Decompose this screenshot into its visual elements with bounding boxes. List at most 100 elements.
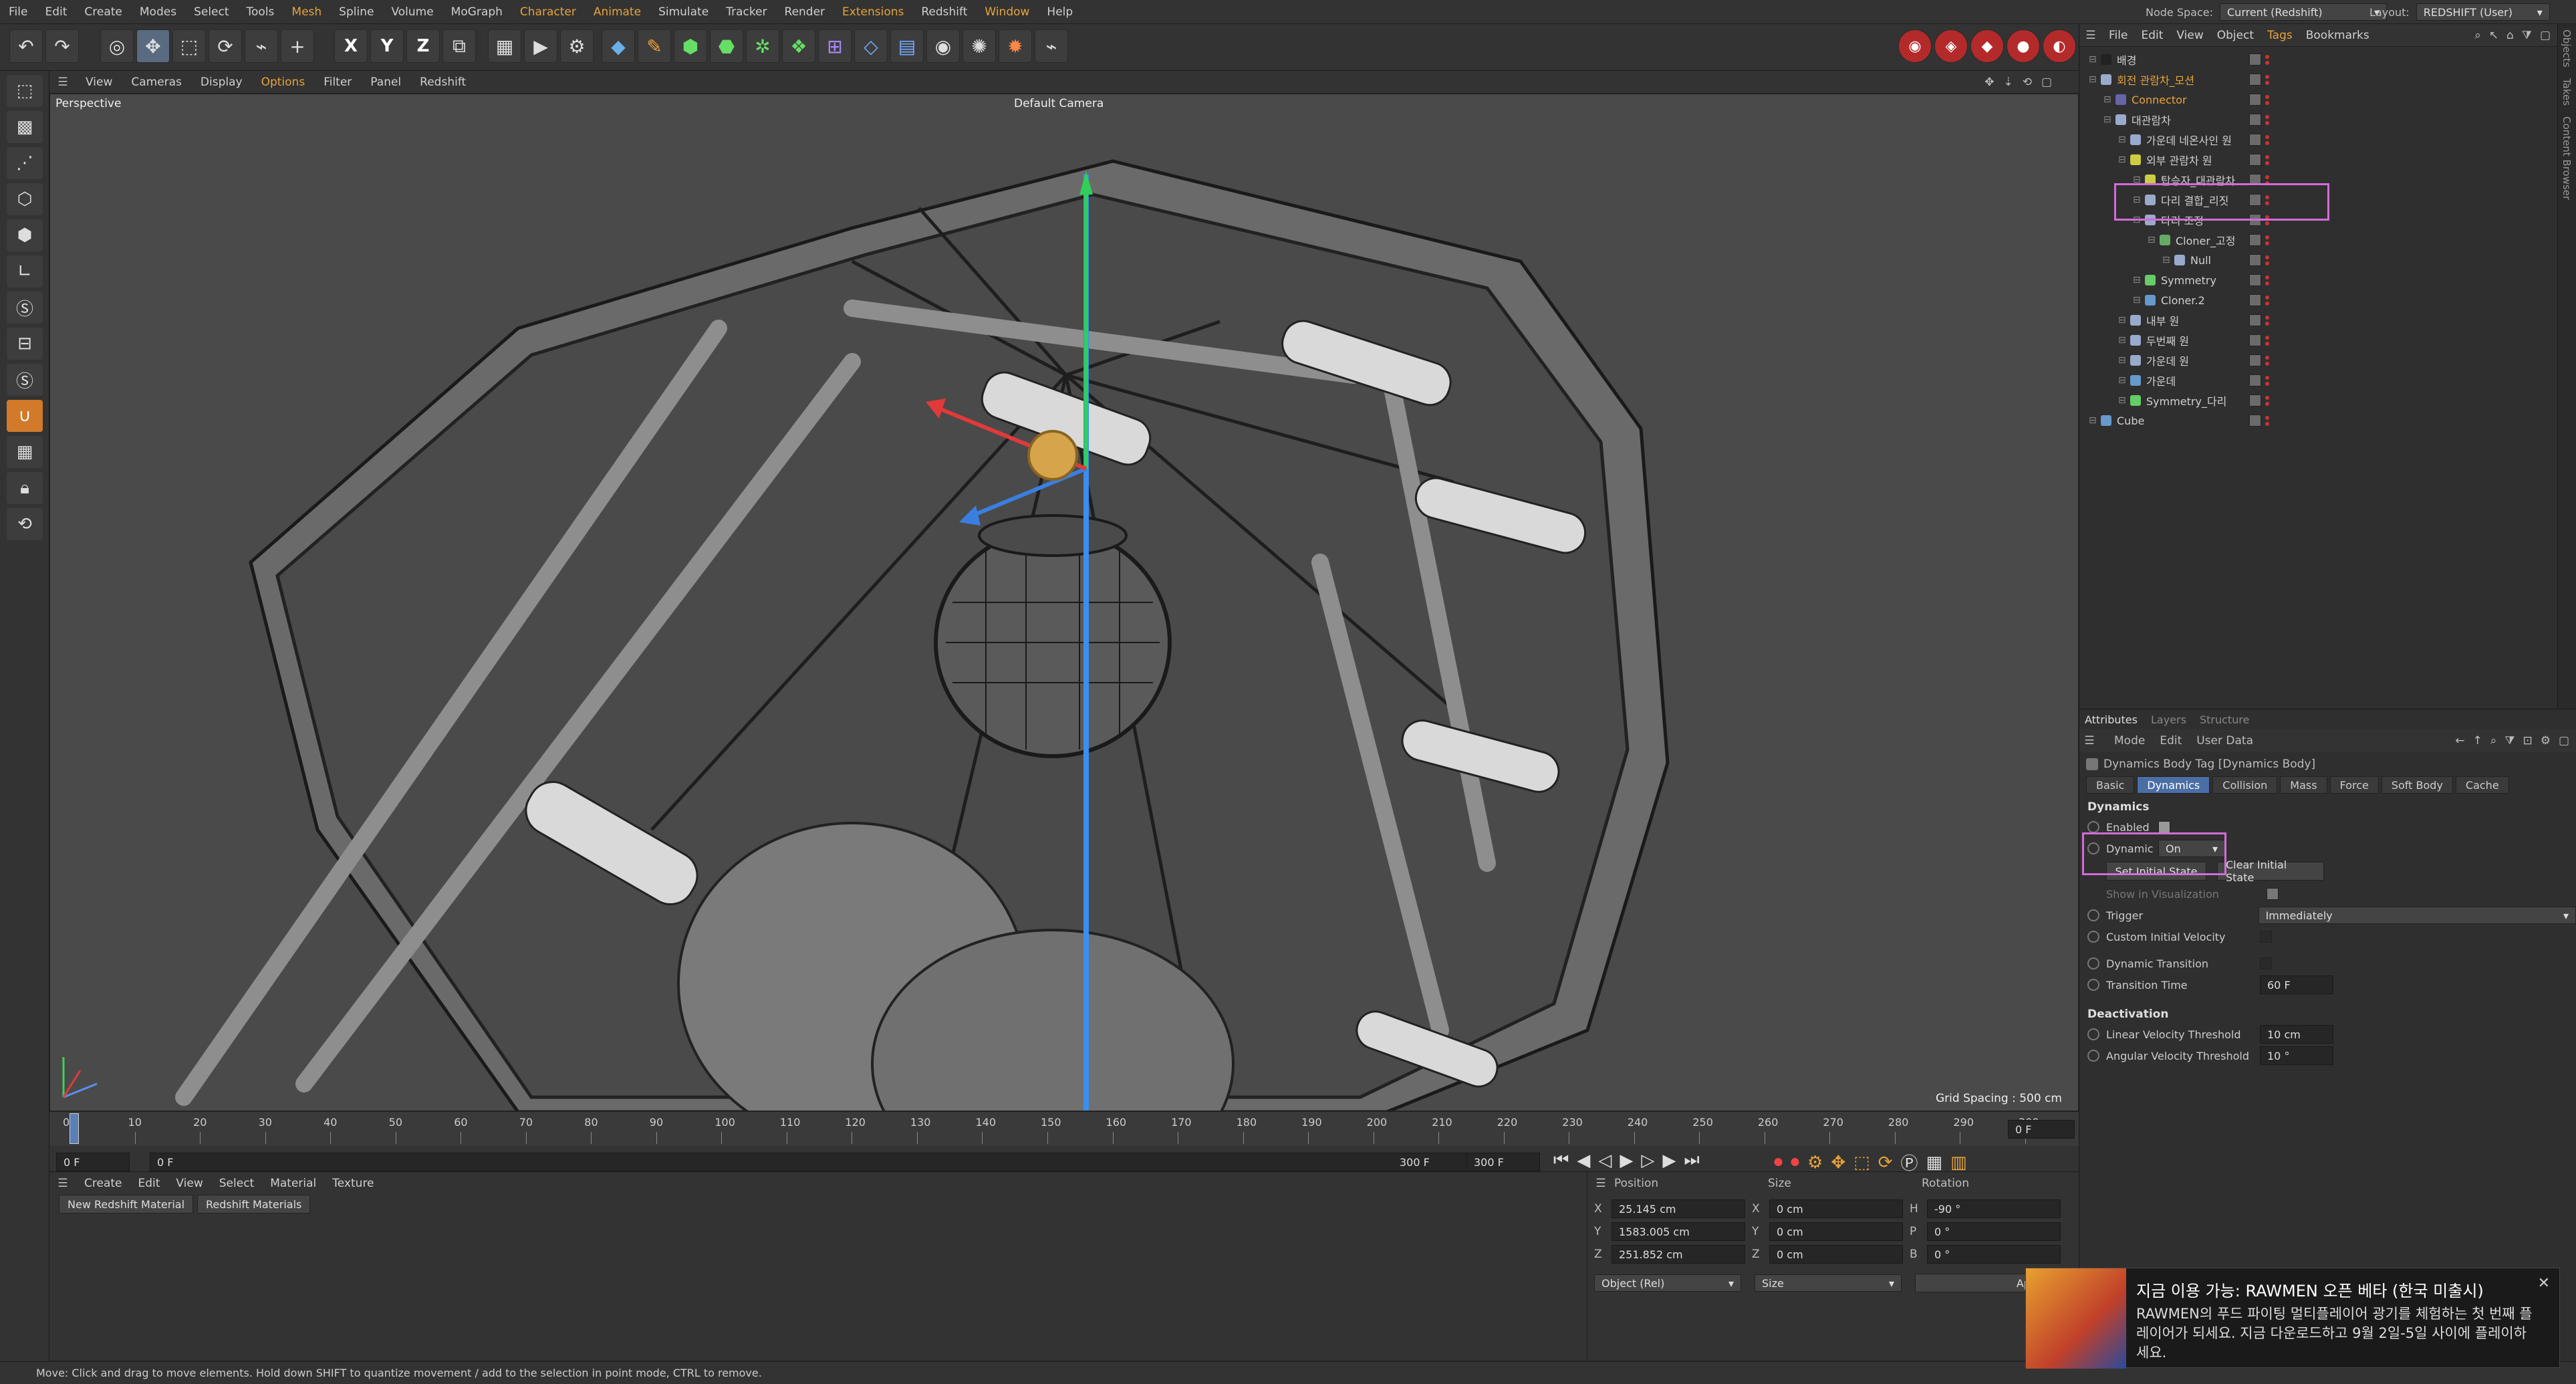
current-frame-field[interactable]: 0 F xyxy=(2008,1120,2075,1139)
object-enable-checkbox[interactable] xyxy=(2249,74,2261,86)
viewport-menu-redshift[interactable]: Redshift xyxy=(410,71,475,94)
object-row[interactable]: ⊟ Null xyxy=(2079,250,2557,270)
playhead[interactable] xyxy=(70,1113,79,1144)
size-mode-dropdown[interactable]: Size ▾ xyxy=(1755,1274,1902,1292)
filter-icon[interactable]: ⧩ xyxy=(2522,29,2532,42)
material-menu-view[interactable]: View xyxy=(168,1172,211,1195)
render-settings-icon[interactable]: ⚙ xyxy=(560,29,594,63)
material-menu-material[interactable]: Material xyxy=(262,1172,324,1195)
menu-file[interactable]: File xyxy=(0,0,36,24)
new-window-icon[interactable]: ▢ xyxy=(2559,734,2569,747)
rot-field[interactable]: 0 ° xyxy=(1927,1245,2061,1264)
transition-time-field[interactable]: 60 F xyxy=(2260,975,2333,994)
redshift-light-icon[interactable]: ◈ xyxy=(1934,29,1968,63)
angular-velocity-field[interactable]: 10 ° xyxy=(2260,1046,2333,1065)
light-icon[interactable]: ✺ xyxy=(962,29,996,63)
object-enable-checkbox[interactable] xyxy=(2249,354,2261,366)
menu-render[interactable]: Render xyxy=(776,0,834,24)
undo-icon[interactable]: ↶ xyxy=(9,29,43,63)
grid-icon[interactable]: ▦ xyxy=(7,436,43,468)
redshift-material-icon[interactable]: ◆ xyxy=(1970,29,2004,63)
radio-icon[interactable] xyxy=(2087,821,2099,833)
filter-icon[interactable]: ⧩ xyxy=(2504,734,2515,747)
object-enable-checkbox[interactable] xyxy=(2249,374,2261,386)
expand-icon[interactable]: ⊟ xyxy=(2118,315,2130,326)
expand-icon[interactable]: ⊟ xyxy=(2133,275,2145,285)
viewport-menu-view[interactable]: View xyxy=(76,71,122,94)
material-menu-create[interactable]: Create xyxy=(76,1172,130,1195)
attr-userdata-menu[interactable]: User Data xyxy=(2196,734,2253,747)
snap-toggle-icon[interactable]: ⌁ xyxy=(1035,29,1068,63)
mograph-icon[interactable]: ❖ xyxy=(782,29,815,63)
go-to-start-icon[interactable]: ⏮ xyxy=(1553,1150,1569,1171)
visibility-dots-icon[interactable] xyxy=(2265,335,2269,346)
redshift-render-icon[interactable]: ◉ xyxy=(1898,29,1932,63)
expand-icon[interactable]: ⊟ xyxy=(2089,415,2101,426)
object-enable-checkbox[interactable] xyxy=(2249,415,2261,427)
menu-edit[interactable]: Edit xyxy=(36,0,76,24)
menu-mesh[interactable]: Mesh xyxy=(283,0,330,24)
expand-icon[interactable]: ⊟ xyxy=(2118,375,2130,386)
redshift-ipr-icon[interactable]: ◐ xyxy=(2043,29,2076,63)
material-menu-edit[interactable]: Edit xyxy=(130,1172,168,1195)
search-icon[interactable]: ⌕ xyxy=(2474,29,2481,42)
lock-icon[interactable]: 🔒︎ xyxy=(7,472,43,504)
object-menu-view[interactable]: View xyxy=(2170,24,2210,47)
layers-tab[interactable]: Layers xyxy=(2151,713,2186,726)
up-icon[interactable]: ↑ xyxy=(2472,734,2482,747)
object-menu-object[interactable]: Object xyxy=(2210,24,2261,47)
object-row[interactable]: ⊟ Connector xyxy=(2079,90,2557,110)
object-row[interactable]: ⊟ 회전 관람차_모션 xyxy=(2079,70,2557,90)
menu-tracker[interactable]: Tracker xyxy=(717,0,775,24)
menu-create[interactable]: Create xyxy=(76,0,131,24)
redshift-camera-icon[interactable]: ● xyxy=(2007,29,2040,63)
position-key-icon[interactable]: ✥ xyxy=(1831,1153,1845,1173)
visibility-dots-icon[interactable] xyxy=(2265,255,2269,265)
extrude-icon[interactable]: ⬣ xyxy=(710,29,743,63)
visibility-dots-icon[interactable] xyxy=(2265,94,2269,105)
rotation-key-icon[interactable]: ⟳ xyxy=(1878,1153,1893,1173)
hamburger-icon[interactable]: ☰ xyxy=(1587,1177,1614,1190)
object-enable-checkbox[interactable] xyxy=(2249,294,2261,306)
object-row[interactable]: ⊟ 배경 xyxy=(2079,49,2557,70)
zoom-view-icon[interactable]: ⇣ xyxy=(2003,76,2013,89)
object-menu-file[interactable]: File xyxy=(2102,24,2134,47)
show-in-visualization-checkbox[interactable] xyxy=(2267,888,2279,900)
move-tool-icon[interactable]: ✥ xyxy=(136,29,170,63)
new-redshift-material-button[interactable]: New Redshift Material xyxy=(59,1195,194,1214)
attr-tab-force[interactable]: Force xyxy=(2329,776,2379,794)
notification-popup[interactable]: 지금 이용 가능: RAWMEN 오픈 베타 (한국 미출시) RAWMEN의 … xyxy=(2025,1268,2560,1369)
workplane-lock-icon[interactable]: ⟲ xyxy=(7,508,43,540)
prev-frame-icon[interactable]: ◁ xyxy=(1598,1151,1612,1171)
subdivision-icon[interactable]: ⬢ xyxy=(674,29,707,63)
node-space-dropdown[interactable]: Current (Redshift) ▾ xyxy=(2220,3,2387,21)
attributes-tab[interactable]: Attributes xyxy=(2085,713,2138,726)
radio-icon[interactable] xyxy=(2087,909,2099,921)
pen-icon[interactable]: ✎ xyxy=(638,29,671,63)
points-mode-icon[interactable]: ⋰ xyxy=(7,147,43,179)
expand-icon[interactable]: ⊟ xyxy=(2103,94,2115,105)
attr-tab-collision[interactable]: Collision xyxy=(2212,776,2278,794)
menu-tools[interactable]: Tools xyxy=(238,0,283,24)
size-field[interactable]: 0 cm xyxy=(1769,1222,1903,1241)
pointer-icon[interactable]: ↖ xyxy=(2489,29,2498,42)
enabled-checkbox[interactable] xyxy=(2158,821,2170,833)
axis-y-button[interactable]: Y xyxy=(370,29,404,63)
expand-icon[interactable]: ⊟ xyxy=(2118,395,2130,406)
cloner-icon[interactable]: ✲ xyxy=(746,29,779,63)
camera-icon[interactable]: ◉ xyxy=(926,29,960,63)
size-field[interactable]: 0 cm xyxy=(1769,1199,1903,1218)
clear-initial-state-button[interactable]: Clear Initial State xyxy=(2217,858,2324,884)
viewport-menu-display[interactable]: Display xyxy=(191,71,252,94)
preview-range-bar[interactable]: 0 F xyxy=(150,1153,1473,1171)
expand-icon[interactable]: ⊟ xyxy=(2118,154,2130,165)
object-menu-edit[interactable]: Edit xyxy=(2134,24,2170,47)
object-menu-tags[interactable]: Tags xyxy=(2261,24,2299,47)
expand-icon[interactable]: ⊟ xyxy=(2133,295,2145,306)
new-window-icon[interactable]: ▢ xyxy=(2540,29,2551,42)
object-enable-checkbox[interactable] xyxy=(2249,114,2261,126)
hamburger-icon[interactable]: ☰ xyxy=(49,1177,76,1190)
visibility-dots-icon[interactable] xyxy=(2265,295,2269,306)
side-tab-takes[interactable]: Takes xyxy=(2558,73,2575,111)
deformer-icon[interactable]: ⊞ xyxy=(818,29,852,63)
